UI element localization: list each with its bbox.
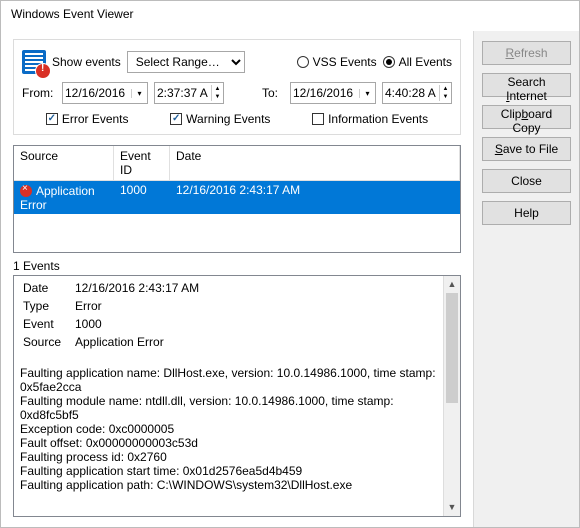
details-table: Date12/16/2016 2:43:17 AM TypeError Even… [20, 278, 202, 352]
filter-group: Show events Select Range… VSS Events All… [13, 39, 461, 135]
spin-down-icon[interactable]: ▼ [211, 93, 223, 101]
window-title: Windows Event Viewer [11, 7, 134, 21]
spin-up-icon[interactable]: ▲ [439, 85, 451, 93]
to-label: To: [262, 86, 284, 100]
events-icon [22, 50, 46, 74]
details-body: Faulting application name: DllHost.exe, … [20, 366, 454, 492]
error-events-checkbox[interactable]: Error Events [46, 112, 129, 126]
vss-events-radio[interactable]: VSS Events [297, 55, 377, 69]
search-internet-button[interactable]: Search Internet [482, 73, 571, 97]
from-time-input[interactable]: ▲▼ [154, 82, 224, 104]
warning-events-checkbox[interactable]: Warning Events [170, 112, 270, 126]
button-panel: Refresh Search Internet Clipboard Copy S… [473, 31, 579, 527]
help-button[interactable]: Help [482, 201, 571, 225]
spin-up-icon[interactable]: ▲ [211, 85, 223, 93]
refresh-button[interactable]: Refresh [482, 41, 571, 65]
chevron-down-icon[interactable]: ▾ [131, 89, 147, 98]
error-icon [20, 185, 32, 197]
from-date-input[interactable]: ▾ [62, 82, 148, 104]
scroll-thumb[interactable] [446, 293, 458, 403]
to-date-input[interactable]: ▾ [290, 82, 376, 104]
show-events-label: Show events [52, 55, 121, 69]
range-select[interactable]: Select Range… [127, 51, 245, 73]
spin-down-icon[interactable]: ▼ [439, 93, 451, 101]
scrollbar[interactable]: ▲ ▼ [443, 276, 460, 516]
information-events-checkbox[interactable]: Information Events [312, 112, 428, 126]
scroll-up-icon[interactable]: ▲ [444, 276, 460, 293]
chevron-down-icon[interactable]: ▾ [359, 89, 375, 98]
event-count: 1 Events [13, 259, 461, 273]
list-header: Source Event ID Date [14, 146, 460, 181]
event-viewer-window: Windows Event Viewer Show events Select … [0, 0, 580, 528]
save-to-file-button[interactable]: Save to File [482, 137, 571, 161]
scroll-down-icon[interactable]: ▼ [444, 499, 460, 516]
from-label: From: [22, 86, 56, 100]
clipboard-copy-button[interactable]: Clipboard Copy [482, 105, 571, 129]
title-bar: Windows Event Viewer [1, 1, 579, 31]
event-list[interactable]: Source Event ID Date Application Error 1… [13, 145, 461, 253]
col-date[interactable]: Date [170, 146, 460, 180]
table-row[interactable]: Application Error 1000 12/16/2016 2:43:1… [14, 181, 460, 214]
col-source[interactable]: Source [14, 146, 114, 180]
col-event-id[interactable]: Event ID [114, 146, 170, 180]
close-button[interactable]: Close [482, 169, 571, 193]
event-details[interactable]: Date12/16/2016 2:43:17 AM TypeError Even… [13, 275, 461, 517]
all-events-radio[interactable]: All Events [383, 55, 452, 69]
to-time-input[interactable]: ▲▼ [382, 82, 452, 104]
